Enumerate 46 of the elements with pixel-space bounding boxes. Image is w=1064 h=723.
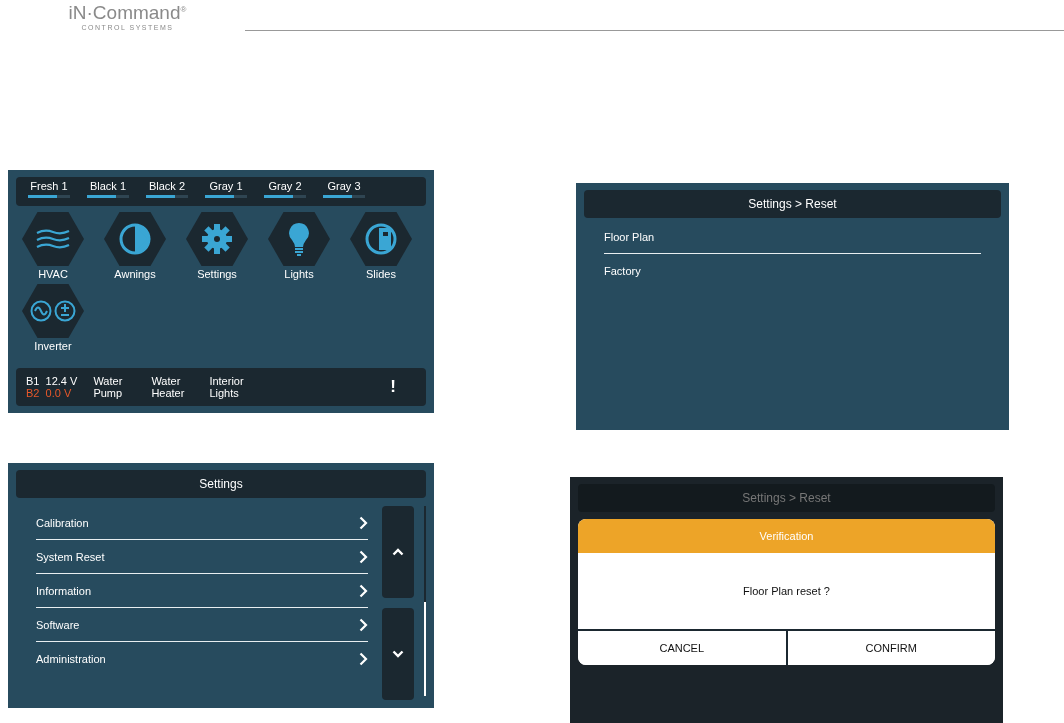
settings-item[interactable]: Administration	[36, 642, 368, 675]
reset-option[interactable]: Factory	[604, 254, 981, 287]
lightbulb-icon	[288, 222, 310, 256]
tank-label: Fresh 1	[30, 180, 68, 192]
app-label: Inverter	[34, 340, 72, 352]
chevron-right-icon	[359, 515, 368, 530]
tank-label: Black 2	[148, 180, 186, 192]
air-waves-icon	[35, 228, 71, 250]
half-circle-icon	[118, 222, 152, 256]
chevron-right-icon	[359, 651, 368, 666]
tank-label: Gray 1	[209, 180, 243, 192]
switch-label[interactable]: Water Heater	[151, 375, 194, 399]
dialog-button[interactable]: CONFIRM	[785, 631, 995, 665]
chevron-right-icon	[359, 617, 368, 632]
screen-title: Settings	[16, 470, 426, 498]
settings-item[interactable]: Information	[36, 574, 368, 608]
alert-mark[interactable]: !	[390, 377, 396, 397]
ac-dc-icon	[30, 300, 76, 322]
settings-item[interactable]: Calibration	[36, 506, 368, 540]
app-label: Slides	[366, 268, 396, 280]
switch-label[interactable]: Water Pump	[93, 375, 136, 399]
battery-reading: B2 0.0 V	[26, 387, 73, 399]
app-label: HVAC	[38, 268, 68, 280]
app-label: Lights	[284, 268, 314, 280]
app-label: Awnings	[114, 268, 156, 280]
chevron-right-icon	[359, 583, 368, 598]
chevron-right-icon	[359, 549, 368, 564]
door-circle-icon	[364, 222, 398, 256]
scrollbar[interactable]	[424, 506, 426, 696]
scrollbar-thumb[interactable]	[424, 602, 426, 696]
tank-label: Gray 3	[327, 180, 361, 192]
caret-up-icon	[392, 548, 404, 556]
caret-down-icon	[392, 650, 404, 658]
app-label: Settings	[197, 268, 237, 280]
reset-option[interactable]: Floor Plan	[604, 220, 981, 254]
switch-label[interactable]: Interior Lights	[209, 375, 252, 399]
settings-item[interactable]: System Reset	[36, 540, 368, 574]
screen-title: Settings > Reset	[578, 484, 995, 512]
settings-icon	[201, 223, 233, 255]
brand-logo: iN·Command$^{®}$	[68, 1, 187, 23]
dialog-title: Verification	[578, 519, 995, 553]
battery-reading: B1 12.4 V	[26, 375, 78, 387]
settings-item[interactable]: Software	[36, 608, 368, 642]
screen-title: Settings > Reset	[584, 190, 1001, 218]
tank-label: Black 1	[89, 180, 127, 192]
tank-label: Gray 2	[268, 180, 302, 192]
